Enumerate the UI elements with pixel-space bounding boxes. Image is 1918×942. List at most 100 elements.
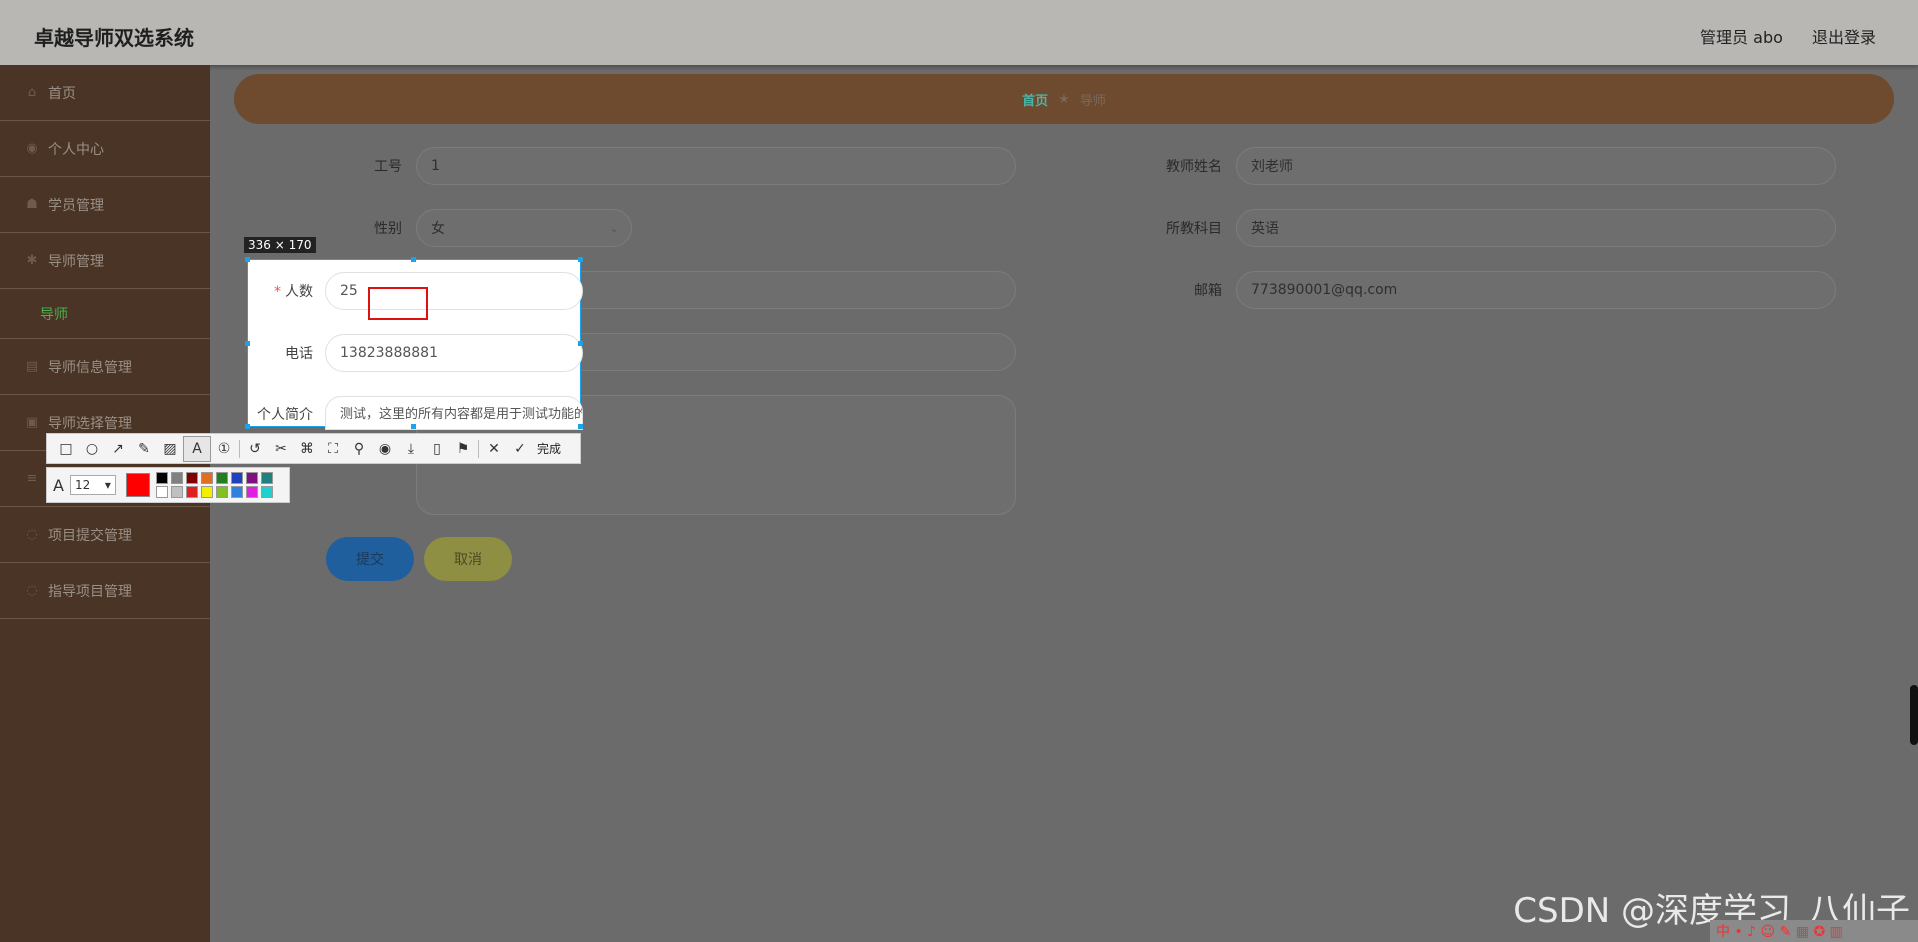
admin-user-label[interactable]: 管理员 abo bbox=[1700, 28, 1783, 47]
chevron-down-icon: ▾ bbox=[104, 478, 111, 492]
font-size-select[interactable]: 12 ▾ bbox=[69, 475, 116, 495]
system-tray: 中 • ♪ ☺ ✎ ▦ ✪ ▥ bbox=[1710, 920, 1918, 942]
email-input[interactable]: 773890001@qq.com bbox=[1236, 271, 1836, 309]
color-swatch[interactable] bbox=[230, 486, 243, 498]
color-swatch[interactable] bbox=[155, 472, 168, 484]
text-style-toolbar: A 12 ▾ bbox=[46, 467, 290, 503]
resize-handle[interactable] bbox=[245, 424, 250, 429]
color-swatch[interactable] bbox=[215, 472, 228, 484]
form-row-gender: 性别 女 ⌄ bbox=[296, 209, 632, 247]
arrow-icon[interactable]: ↗ bbox=[105, 437, 131, 461]
resize-handle[interactable] bbox=[245, 257, 250, 262]
intro-textarea[interactable]: 测试，这里的所有内容都是用于测试功能的， 都是可以自行添加修改删除、替换的 bbox=[325, 396, 583, 430]
screenshot-selection[interactable]: * 人数 25 电话 13823888881 个人简介 测试，这里的所有内容都是用… bbox=[245, 257, 583, 430]
cut-icon[interactable]: ✂ bbox=[268, 437, 294, 461]
color-swatch[interactable] bbox=[200, 472, 213, 484]
sidebar-item-project-submit[interactable]: ◌ 项目提交管理 bbox=[0, 507, 210, 563]
ocr-icon[interactable]: ⛶ bbox=[320, 437, 346, 461]
sidebar-subitem-teacher[interactable]: 导师 bbox=[0, 289, 210, 339]
circle-icon[interactable]: ○ bbox=[79, 437, 105, 461]
color-swatch[interactable] bbox=[230, 472, 243, 484]
color-swatch[interactable] bbox=[155, 486, 168, 498]
user-icon: ◉ bbox=[26, 140, 38, 156]
record-icon[interactable]: ◉ bbox=[372, 437, 398, 461]
download-icon[interactable]: ⤓ bbox=[398, 437, 424, 461]
resize-handle[interactable] bbox=[245, 341, 250, 346]
color-swatch[interactable] bbox=[245, 472, 258, 484]
job-no-input[interactable]: 1 bbox=[416, 147, 1016, 185]
sidebar-item-teacher-info[interactable]: ▤ 导师信息管理 bbox=[0, 339, 210, 395]
sidebar-item-students[interactable]: ☗ 学员管理 bbox=[0, 177, 210, 233]
info-icon: ▤ bbox=[25, 358, 39, 374]
undo-icon[interactable]: ↺ bbox=[242, 437, 268, 461]
users-icon: ☗ bbox=[26, 196, 38, 212]
rectangle-icon[interactable]: □ bbox=[53, 437, 79, 461]
teacher-name-input[interactable]: 刘老师 bbox=[1236, 147, 1836, 185]
translate-icon[interactable]: ⌘ bbox=[294, 437, 320, 461]
pencil-icon[interactable]: ✎ bbox=[131, 437, 157, 461]
breadcrumb: 首页 ★ 导师 bbox=[234, 74, 1894, 124]
color-swatch[interactable] bbox=[215, 486, 228, 498]
scrollbar[interactable] bbox=[1910, 685, 1918, 745]
form-row-job-no: 工号 1 bbox=[296, 147, 1016, 185]
text-annotation-box[interactable] bbox=[368, 287, 428, 320]
screenshot-toolbar: □ ○ ↗ ✎ ▨ A ① ↺ ✂ ⌘ ⛶ ⚲ ◉ ⤓ ▯ ⚑ ✕ ✓ 完成 bbox=[46, 433, 581, 464]
phone-input[interactable]: 13823888881 bbox=[325, 334, 583, 372]
select-icon: ▣ bbox=[25, 414, 39, 430]
logout-link[interactable]: 退出登录 bbox=[1812, 28, 1876, 47]
form-row-teacher-name: 教师姓名 刘老师 bbox=[1116, 147, 1836, 185]
chevron-down-icon: ⌄ bbox=[609, 221, 619, 235]
sidebar-item-home[interactable]: ⌂ 首页 bbox=[0, 65, 210, 121]
list-icon: ≡ bbox=[26, 470, 38, 486]
color-swatch[interactable] bbox=[260, 472, 273, 484]
upload-icon: ◌ bbox=[26, 526, 38, 542]
color-swatch[interactable] bbox=[170, 472, 183, 484]
count-input[interactable]: 25 bbox=[325, 272, 583, 310]
color-swatch[interactable] bbox=[170, 486, 183, 498]
teacher-name-label: 教师姓名 bbox=[1166, 159, 1222, 175]
sidebar-item-profile[interactable]: ◉ 个人中心 bbox=[0, 121, 210, 177]
check-icon[interactable]: ✓ bbox=[507, 437, 533, 461]
close-icon[interactable]: ✕ bbox=[481, 437, 507, 461]
subject-label: 所教科目 bbox=[1166, 221, 1222, 237]
teacher-icon: ✱ bbox=[26, 252, 38, 268]
breadcrumb-home[interactable]: 首页 bbox=[1022, 90, 1048, 109]
form-row-phone: 电话 13823888881 bbox=[247, 334, 583, 372]
resize-handle[interactable] bbox=[578, 257, 583, 262]
color-swatch[interactable] bbox=[260, 486, 273, 498]
top-bar: 卓越导师双选系统 管理员 abo 退出登录 bbox=[0, 0, 1918, 65]
email-label: 邮箱 bbox=[1194, 283, 1222, 299]
number-icon[interactable]: ① bbox=[211, 437, 237, 461]
job-no-label: 工号 bbox=[374, 159, 402, 175]
project-icon: ◌ bbox=[26, 582, 38, 598]
gender-select[interactable]: 女 ⌄ bbox=[416, 209, 632, 247]
selection-size-tag: 336 × 170 bbox=[244, 237, 316, 253]
done-button[interactable]: 完成 bbox=[537, 440, 561, 457]
color-swatch[interactable] bbox=[185, 486, 198, 498]
resize-handle[interactable] bbox=[578, 341, 583, 346]
required-marker: * bbox=[274, 284, 281, 300]
sidebar-item-guide-project[interactable]: ◌ 指导项目管理 bbox=[0, 563, 210, 619]
count-label: * 人数 bbox=[274, 284, 313, 300]
subject-input[interactable]: 英语 bbox=[1236, 209, 1836, 247]
text-tool-icon[interactable]: A bbox=[183, 435, 211, 462]
home-icon: ⌂ bbox=[27, 84, 37, 100]
phone-label: 电话 bbox=[285, 346, 313, 362]
resize-handle[interactable] bbox=[578, 424, 583, 429]
phone-icon[interactable]: ▯ bbox=[424, 437, 450, 461]
color-swatch[interactable] bbox=[245, 486, 258, 498]
bookmark-icon[interactable]: ⚑ bbox=[450, 437, 476, 461]
main-content: 首页 ★ 导师 工号 1 教师姓名 刘老师 性别 女 ⌄ 所教科目 英语 邮箱 … bbox=[210, 65, 1918, 942]
resize-handle[interactable] bbox=[411, 257, 416, 262]
sidebar-item-teachers[interactable]: ✱ 导师管理 bbox=[0, 233, 210, 289]
current-color-swatch[interactable] bbox=[125, 473, 150, 497]
color-swatch[interactable] bbox=[185, 472, 198, 484]
submit-button[interactable]: 提交 bbox=[326, 537, 414, 581]
app-title: 卓越导师双选系统 bbox=[34, 26, 194, 50]
mosaic-icon[interactable]: ▨ bbox=[157, 437, 183, 461]
resize-handle[interactable] bbox=[411, 424, 416, 429]
cancel-button[interactable]: 取消 bbox=[424, 537, 512, 581]
sidebar: ⌂ 首页 ◉ 个人中心 ☗ 学员管理 ✱ 导师管理 导师 ▤ 导师信息管理 ▣ 导师选择管理… bbox=[0, 65, 210, 942]
pin-icon[interactable]: ⚲ bbox=[346, 437, 372, 461]
color-swatch[interactable] bbox=[200, 486, 213, 498]
